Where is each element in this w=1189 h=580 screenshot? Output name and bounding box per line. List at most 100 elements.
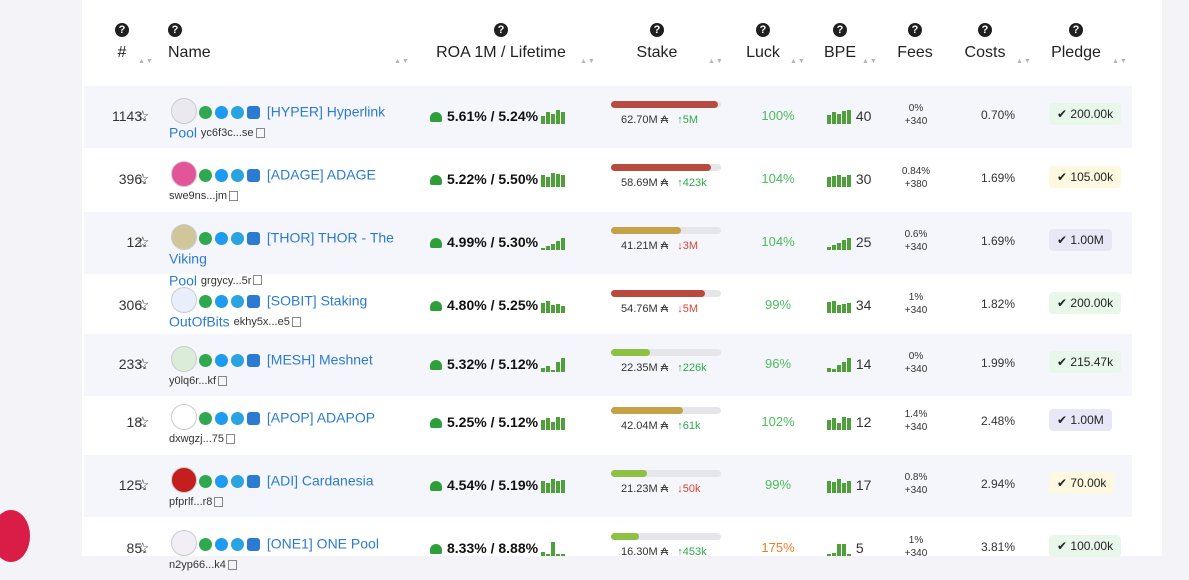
stake-info: 54.76M ₳ ↓5M xyxy=(621,303,741,315)
copy-icon[interactable] xyxy=(255,127,265,138)
favorite-star-icon[interactable]: ☆ xyxy=(136,170,149,188)
sparkline-bar xyxy=(551,305,556,313)
telegram-icon[interactable] xyxy=(231,295,244,309)
roa-value: 5.25% / 5.12% xyxy=(447,414,539,430)
sort-icon[interactable]: ▲▼ xyxy=(1016,58,1032,65)
copy-icon[interactable] xyxy=(214,496,224,507)
sort-icon[interactable]: ▲▼ xyxy=(790,58,806,65)
favorite-star-icon[interactable]: ☆ xyxy=(136,539,149,557)
telegram-icon[interactable] xyxy=(231,538,244,552)
telegram-icon[interactable] xyxy=(231,232,244,246)
table-row[interactable]: 125. ☆ [ADI] Cardanesia pfprlf...r8 4.54% … xyxy=(84,455,1132,517)
col-bpe[interactable]: ? BPE xyxy=(820,20,860,62)
favorite-star-icon[interactable]: ☆ xyxy=(136,476,149,494)
pool-name-link[interactable]: [ONE1] ONE Pool xyxy=(267,535,379,551)
table-row[interactable]: 85. ☆ [ONE1] ONE Pool n2yp66...k4 8.33% / … xyxy=(84,518,1132,580)
help-icon[interactable]: ? xyxy=(115,23,129,37)
sort-icon[interactable]: ▲▼ xyxy=(1112,58,1128,65)
help-icon[interactable]: ? xyxy=(1069,23,1083,37)
favorite-star-icon[interactable]: ☆ xyxy=(136,355,149,373)
stake-bar xyxy=(611,101,721,108)
sparkline-bar xyxy=(561,175,566,187)
telegram-icon[interactable] xyxy=(231,475,244,489)
copy-icon[interactable] xyxy=(226,433,236,444)
col-pledge[interactable]: ? Pledge xyxy=(1050,20,1102,62)
help-icon[interactable]: ? xyxy=(168,23,182,37)
favorite-star-icon[interactable]: ☆ xyxy=(136,107,149,125)
copy-icon[interactable] xyxy=(291,316,301,327)
corner-logo-icon[interactable] xyxy=(0,510,30,562)
gauge-icon xyxy=(430,301,442,312)
favorite-star-icon[interactable]: ☆ xyxy=(136,413,149,431)
sort-icon[interactable]: ▲▼ xyxy=(862,58,878,65)
sort-icon[interactable]: ▲▼ xyxy=(394,58,410,65)
twitter-icon[interactable] xyxy=(215,475,228,489)
col-stake[interactable]: ? Stake xyxy=(622,20,692,62)
table-row[interactable]: 18. ☆ [APOP] ADAPOP dxwgzj...75 5.25% / 5.… xyxy=(84,392,1132,454)
pool-name-link[interactable]: [SOBIT] Staking xyxy=(267,292,367,308)
stake-bar-fill xyxy=(611,470,648,477)
sort-icon[interactable]: ▲▼ xyxy=(138,58,154,65)
sparkline-bar xyxy=(551,542,556,556)
pool-name-link[interactable]: [ADI] Cardanesia xyxy=(267,472,374,488)
link-icon[interactable] xyxy=(247,538,260,552)
twitter-icon[interactable] xyxy=(215,106,228,120)
table-row[interactable]: 12. ☆ [THOR] THOR - The Viking Pool grgycy… xyxy=(84,212,1132,288)
pool-name-link[interactable]: [MESH] Meshnet xyxy=(267,351,373,367)
link-icon[interactable] xyxy=(247,169,260,183)
help-icon[interactable]: ? xyxy=(833,23,847,37)
favorite-star-icon[interactable]: ☆ xyxy=(136,296,149,314)
twitter-icon[interactable] xyxy=(215,232,228,246)
telegram-icon[interactable] xyxy=(231,169,244,183)
sparkline-bar xyxy=(847,238,851,250)
twitter-icon[interactable] xyxy=(215,295,228,309)
twitter-icon[interactable] xyxy=(215,538,228,552)
telegram-icon[interactable] xyxy=(231,354,244,368)
col-roa[interactable]: ? ROA 1M / Lifetime xyxy=(422,20,580,62)
twitter-icon[interactable] xyxy=(215,354,228,368)
copy-icon[interactable] xyxy=(218,375,228,386)
help-icon[interactable]: ? xyxy=(908,23,922,37)
table-row[interactable]: 396. ☆ [ADAGE] ADAGE swe9ns...jm 5.22% / 5… xyxy=(84,149,1132,211)
col-fees[interactable]: ? Fees xyxy=(893,20,937,62)
table-row[interactable]: 233. ☆ [MESH] Meshnet y0lq6r...kf 5.32% / … xyxy=(84,334,1132,396)
telegram-icon[interactable] xyxy=(231,106,244,120)
telegram-icon[interactable] xyxy=(231,412,244,426)
sort-icon[interactable]: ▲▼ xyxy=(580,58,596,65)
pool-name-link-cont[interactable]: OutOfBits xyxy=(169,314,230,330)
roa-sparkline xyxy=(541,540,566,556)
sparkline-bar xyxy=(842,240,846,250)
twitter-icon[interactable] xyxy=(215,169,228,183)
link-icon[interactable] xyxy=(247,354,260,368)
copy-icon[interactable] xyxy=(227,559,237,570)
link-icon[interactable] xyxy=(247,232,260,246)
pool-name-link[interactable]: [HYPER] Hyperlink xyxy=(267,103,385,119)
sort-icon[interactable]: ▲▼ xyxy=(708,58,724,65)
link-icon[interactable] xyxy=(247,295,260,309)
help-icon[interactable]: ? xyxy=(650,23,664,37)
link-icon[interactable] xyxy=(247,475,260,489)
link-icon[interactable] xyxy=(247,412,260,426)
roa-value: 5.22% / 5.50% xyxy=(447,171,539,187)
link-icon[interactable] xyxy=(247,106,260,120)
roa-sparkline xyxy=(541,234,566,250)
col-rank[interactable]: ? # xyxy=(110,20,134,62)
table-row[interactable]: 1143. ☆ [HYPER] Hyperlink Pool yc6f3c...se… xyxy=(84,86,1132,148)
help-icon[interactable]: ? xyxy=(756,23,770,37)
pool-name-link[interactable]: [ADAGE] ADAGE xyxy=(267,166,376,182)
pool-name-link-cont[interactable]: Pool xyxy=(169,125,197,141)
col-luck[interactable]: ? Luck xyxy=(738,20,788,62)
twitter-icon[interactable] xyxy=(215,412,228,426)
stake-info: 16.30M ₳ ↑453k xyxy=(621,546,741,558)
fee-percent: 1.4% xyxy=(904,409,928,420)
pool-name-link[interactable]: [APOP] ADAPOP xyxy=(267,409,375,425)
col-name[interactable]: ? Name xyxy=(168,20,211,62)
help-icon[interactable]: ? xyxy=(494,23,508,37)
costs-value: 1.99% xyxy=(980,356,1016,370)
favorite-star-icon[interactable]: ☆ xyxy=(136,233,149,251)
help-icon[interactable]: ? xyxy=(978,23,992,37)
copy-icon[interactable] xyxy=(229,190,239,201)
fees-cell: 0.8% +340 xyxy=(892,471,940,497)
col-costs[interactable]: ? Costs xyxy=(962,20,1008,62)
table-row[interactable]: 306. ☆ [SOBIT] Staking OutOfBits ekhy5x...… xyxy=(84,275,1132,337)
